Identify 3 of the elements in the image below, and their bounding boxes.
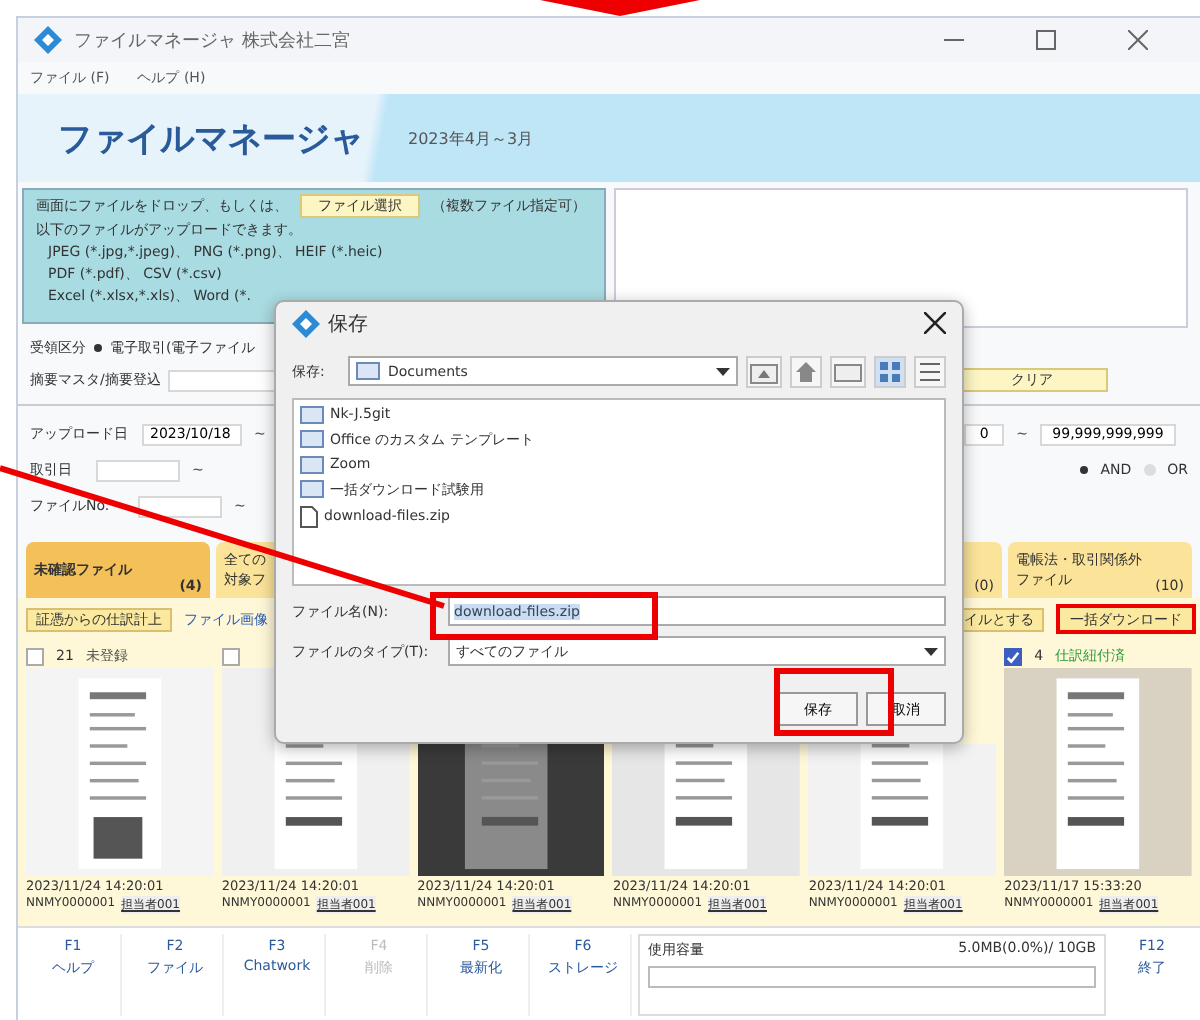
app-heading: ファイルマネージャ	[58, 117, 364, 161]
period-label: 2023年4月～3月	[408, 127, 534, 149]
window-title: ファイルマネージャ 株式会社二宮	[74, 29, 350, 53]
